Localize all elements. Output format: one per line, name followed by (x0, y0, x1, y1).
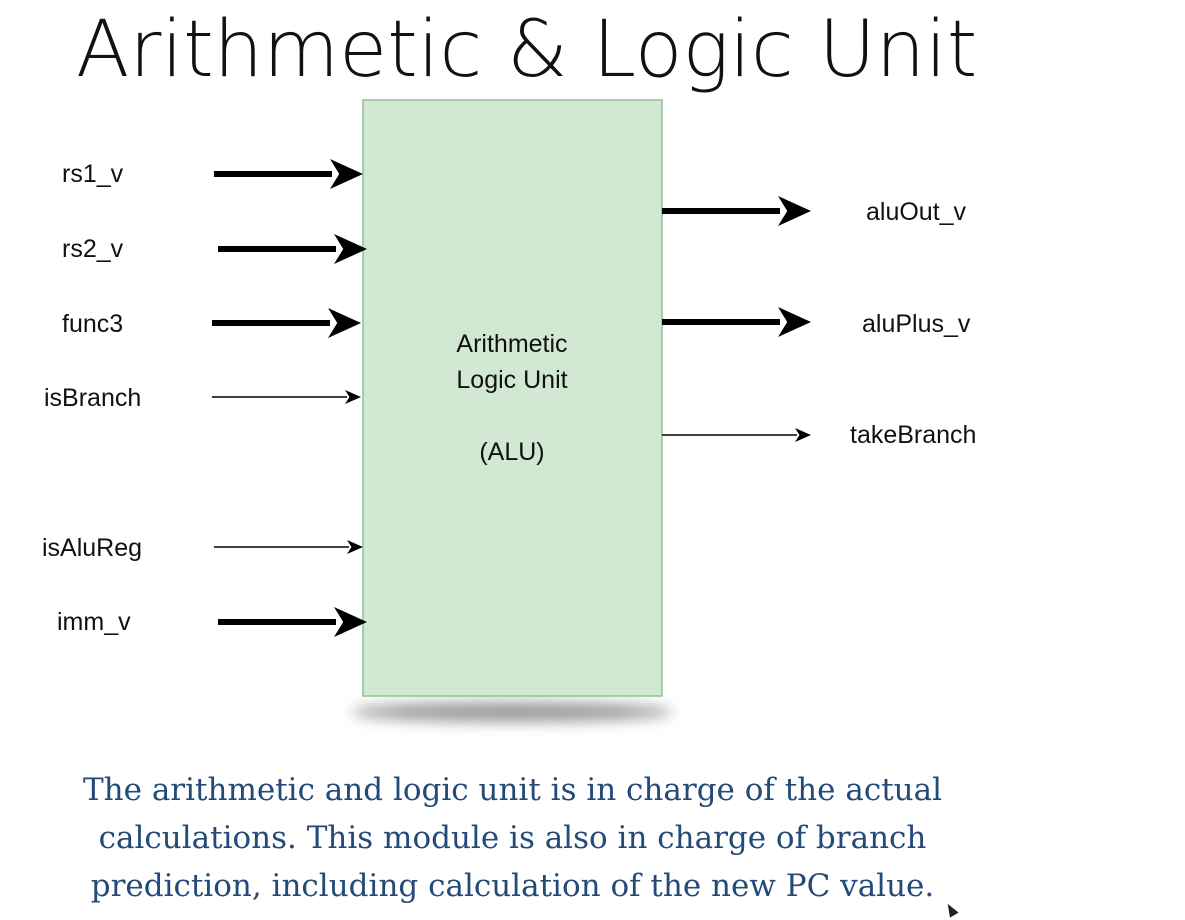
input-arrow-rs1-v-head (330, 159, 363, 189)
input-label-rs1-v: rs1_v (62, 160, 124, 188)
caption-line-2: calculations. This module is also in cha… (98, 820, 927, 856)
input-arrow-func3 (212, 308, 361, 338)
input-arrow-imm-v-head (334, 607, 367, 637)
input-arrow-isbranch (212, 390, 361, 404)
input-labels: rs1_v rs2_v func3 isBranch isAluReg imm_… (42, 160, 142, 636)
input-arrow-isalureg (214, 540, 363, 554)
caption-line-3: prediction, including calculation of the… (90, 868, 935, 904)
input-arrow-rs1-v (214, 159, 363, 189)
input-label-func3: func3 (62, 310, 123, 338)
alu-box-line-2: Logic Unit (456, 366, 567, 394)
output-arrow-aluplus-v-head (778, 307, 811, 337)
alu-box-line-3: (ALU) (479, 438, 544, 466)
output-label-aluplus-v: aluPlus_v (862, 310, 971, 338)
caption-line-1: The arithmetic and logic unit is in char… (82, 772, 943, 808)
output-signals (662, 196, 811, 442)
input-label-rs2-v: rs2_v (62, 235, 124, 263)
input-arrow-rs2-v (218, 234, 367, 264)
input-arrow-isalureg-head (347, 540, 363, 554)
output-label-takebranch: takeBranch (850, 421, 976, 449)
input-arrow-rs2-v-head (334, 234, 367, 264)
output-arrow-aluplus-v (662, 307, 811, 337)
input-arrow-imm-v (218, 607, 367, 637)
output-labels: aluOut_v aluPlus_v takeBranch (850, 198, 976, 449)
output-arrow-aluout-v-head (778, 196, 811, 226)
alu-diagram: Arithmetic Logic Unit (ALU) rs1_v rs2_v … (42, 99, 976, 722)
output-label-aluout-v: aluOut_v (866, 198, 967, 226)
output-arrow-takebranch-head (795, 428, 811, 442)
caption: The arithmetic and logic unit is in char… (30, 766, 995, 910)
input-arrow-isbranch-head (345, 390, 361, 404)
input-arrow-func3-head (328, 308, 361, 338)
output-arrow-takebranch (662, 428, 811, 442)
input-label-isalureg: isAluReg (42, 534, 142, 562)
input-signals (212, 159, 367, 637)
input-label-isbranch: isBranch (44, 384, 141, 412)
alu-box (362, 99, 663, 697)
input-label-imm-v: imm_v (57, 608, 131, 636)
output-arrow-aluout-v (662, 196, 811, 226)
alu-box-line-1: Arithmetic (456, 330, 567, 358)
slide: Arithmetic & Logic Unit Arithmetic Logic… (0, 0, 1185, 920)
box-shadow (352, 702, 672, 722)
